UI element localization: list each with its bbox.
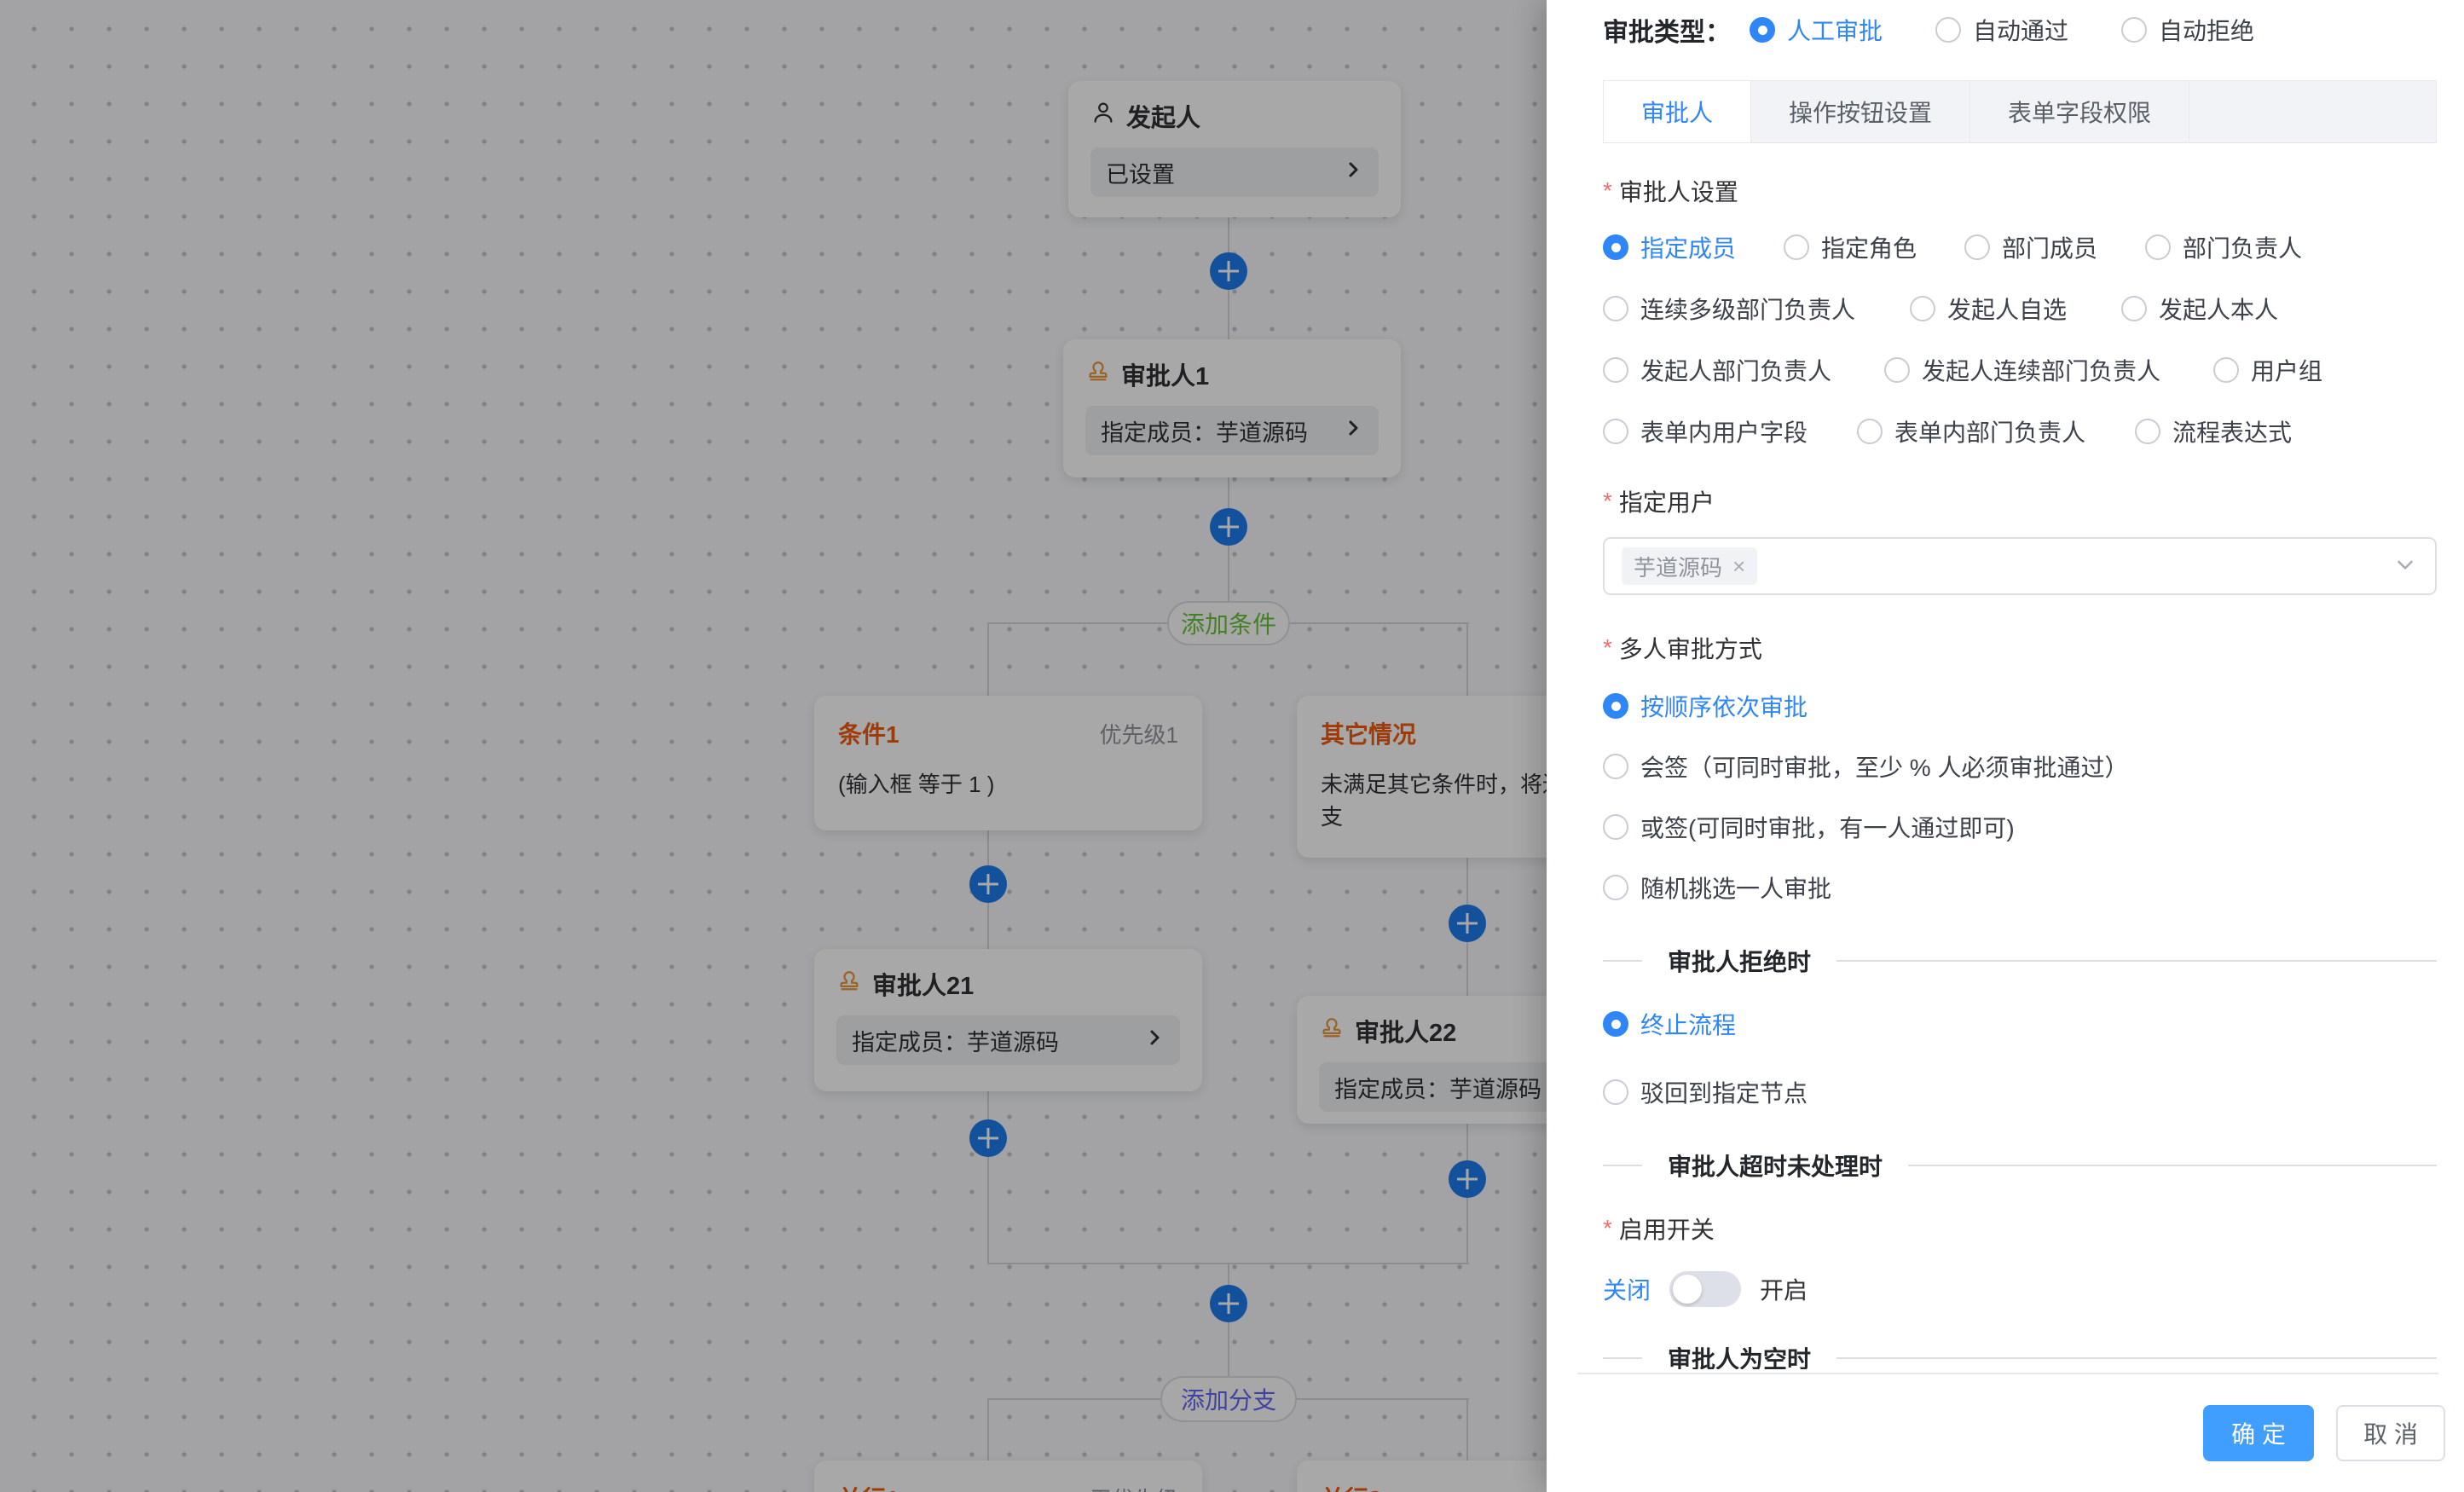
radio-initiator-choose[interactable]: 发起人自选 bbox=[1910, 292, 2067, 326]
radio-form-dept-leader[interactable]: 表单内部门负责人 bbox=[1857, 414, 2085, 448]
radio-dept-leader[interactable]: 部门负责人 bbox=[2145, 230, 2302, 264]
radio-multi-level-dept-leader[interactable]: 连续多级部门负责人 bbox=[1603, 292, 1855, 326]
approval-type-row: 审批类型： 人工审批 自动通过 自动拒绝 bbox=[1603, 0, 2437, 60]
radio-user-group[interactable]: 用户组 bbox=[2213, 353, 2322, 387]
tab-form-field-permissions[interactable]: 表单字段权限 bbox=[1970, 81, 2189, 142]
radio-terminate-process[interactable]: 终止流程 bbox=[1603, 1007, 1736, 1041]
empty-approver-section-title: 审批人为空时 bbox=[1668, 1341, 1811, 1369]
radio-auto-approve[interactable]: 自动通过 bbox=[1935, 13, 2068, 47]
radio-icon bbox=[1935, 17, 1961, 43]
radio-form-user-field[interactable]: 表单内用户字段 bbox=[1603, 414, 1808, 448]
radio-random-one[interactable]: 随机挑选一人审批 bbox=[1603, 870, 2437, 905]
approver-settings-drawer: 审批类型： 人工审批 自动通过 自动拒绝 审批人 操作按钮设置 表单字 bbox=[1547, 0, 2464, 1492]
enable-switch-label: 启用开关 bbox=[1603, 1212, 2437, 1246]
radio-specified-role[interactable]: 指定角色 bbox=[1784, 230, 1917, 264]
tab-button-settings[interactable]: 操作按钮设置 bbox=[1751, 81, 1970, 142]
assign-user-select[interactable]: 芋道源码 × bbox=[1603, 537, 2437, 595]
timeout-enable-toggle[interactable] bbox=[1669, 1271, 1741, 1307]
reject-section-divider: 审批人拒绝时 bbox=[1603, 944, 2437, 978]
drawer-footer: 确 定 取 消 bbox=[1547, 1374, 2464, 1492]
radio-dept-member[interactable]: 部门成员 bbox=[1964, 230, 2097, 264]
radio-manual-approval[interactable]: 人工审批 bbox=[1750, 13, 1883, 47]
radio-specified-member[interactable]: 指定成员 bbox=[1603, 230, 1736, 264]
radio-initiator-multi-dept-leader[interactable]: 发起人连续部门负责人 bbox=[1884, 353, 2160, 387]
switch-on-label: 开启 bbox=[1760, 1272, 1808, 1306]
approval-type-label: 审批类型： bbox=[1603, 11, 1731, 49]
workflow-designer: 发起人 已设置 审批人1 指定成员：芋道源码 bbox=[0, 0, 2464, 1492]
settings-tabs: 审批人 操作按钮设置 表单字段权限 bbox=[1603, 80, 2437, 143]
drawer-body[interactable]: 审批人设置 指定成员 指定角色 部门成员 部门负责人 连续多级部门负责人 发起人… bbox=[1603, 143, 2437, 1369]
radio-auto-reject[interactable]: 自动拒绝 bbox=[2121, 13, 2254, 47]
user-tag: 芋道源码 × bbox=[1622, 547, 1757, 585]
radio-process-expression[interactable]: 流程表达式 bbox=[2135, 414, 2292, 448]
radio-countersign[interactable]: 会签（可同时审批，至少 % 人必须审批通过） bbox=[1603, 749, 2437, 784]
radio-sequential-approval[interactable]: 按顺序依次审批 bbox=[1603, 689, 2437, 723]
timeout-section-divider: 审批人超时未处理时 bbox=[1603, 1148, 2437, 1183]
remove-tag-icon[interactable]: × bbox=[1732, 553, 1745, 580]
confirm-button[interactable]: 确 定 bbox=[2203, 1405, 2314, 1461]
radio-initiator-self[interactable]: 发起人本人 bbox=[2121, 292, 2278, 326]
empty-approver-section-divider: 审批人为空时 bbox=[1603, 1341, 2437, 1369]
chevron-down-icon bbox=[2392, 552, 2418, 581]
cancel-button[interactable]: 取 消 bbox=[2336, 1405, 2445, 1461]
multi-mode-label: 多人审批方式 bbox=[1603, 631, 2437, 665]
radio-icon bbox=[2121, 17, 2147, 43]
radio-orsign[interactable]: 或签(可同时审批，有一人通过即可) bbox=[1603, 810, 2437, 844]
timeout-section-title: 审批人超时未处理时 bbox=[1668, 1148, 1883, 1183]
approver-setting-label: 审批人设置 bbox=[1603, 174, 2437, 208]
radio-icon bbox=[1750, 17, 1775, 43]
radio-return-to-node[interactable]: 驳回到指定节点 bbox=[1603, 1075, 1808, 1109]
reject-section-title: 审批人拒绝时 bbox=[1668, 944, 1811, 978]
radio-initiator-dept-leader[interactable]: 发起人部门负责人 bbox=[1603, 353, 1831, 387]
tab-approver[interactable]: 审批人 bbox=[1604, 81, 1751, 142]
switch-off-label: 关闭 bbox=[1603, 1272, 1651, 1306]
assign-user-label: 指定用户 bbox=[1603, 484, 2437, 518]
